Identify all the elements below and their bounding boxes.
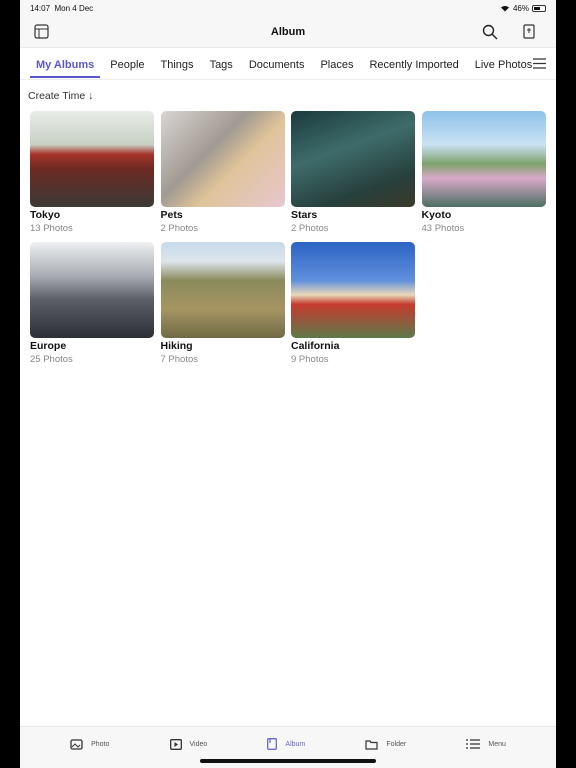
album-count: 7 Photos [160, 354, 199, 365]
album-count: 2 Photos [160, 223, 199, 234]
album-cover [291, 242, 415, 338]
album-count: 25 Photos [30, 354, 73, 365]
album-europe[interactable]: Europe 25 Photos [30, 242, 154, 367]
bottom-tab-label: Menu [488, 740, 506, 748]
status-bar: 14:07 Mon 4 Dec 46% [20, 0, 556, 16]
photo-icon [70, 738, 83, 750]
tab-recently-imported[interactable]: Recently Imported [361, 48, 466, 80]
album-kyoto[interactable]: Kyoto 43 Photos [421, 111, 546, 236]
album-name: Stars [291, 209, 318, 221]
album-name: Kyoto [421, 209, 452, 221]
album-icon [267, 738, 278, 750]
album-count: 13 Photos [30, 223, 73, 234]
tab-my-albums[interactable]: My Albums [28, 48, 102, 80]
video-icon [169, 738, 182, 750]
album-cover [30, 111, 154, 207]
album-count: 2 Photos [291, 223, 329, 234]
bottom-tab-photo[interactable]: Photo [70, 727, 109, 761]
tab-people[interactable]: People [102, 48, 152, 80]
album-cover [160, 111, 285, 207]
tab-live-photos[interactable]: Live Photos [467, 48, 540, 80]
hamburger-menu-icon[interactable] [533, 58, 546, 69]
album-pets[interactable]: Pets 2 Photos [160, 111, 285, 236]
battery-percent: 46% [512, 3, 529, 13]
album-name: Tokyo [30, 209, 61, 221]
tab-tags[interactable]: Tags [202, 48, 241, 80]
home-indicator[interactable] [200, 759, 376, 763]
battery-icon [532, 4, 546, 12]
album-cover [421, 111, 546, 207]
tab-places[interactable]: Places [312, 48, 361, 80]
album-cover [30, 242, 154, 338]
wifi-icon [500, 5, 509, 12]
search-icon[interactable] [482, 24, 498, 40]
album-count: 9 Photos [291, 354, 329, 365]
album-tokyo[interactable]: Tokyo 13 Photos [30, 111, 154, 236]
bottom-tab-label: Album [285, 740, 306, 748]
album-cover [160, 242, 285, 338]
album-tabs: My Albums People Things Tags Documents P… [20, 48, 556, 80]
page-title: Album [270, 25, 306, 38]
app-screen: 14:07 Mon 4 Dec 46% Album My Albums Peop… [20, 0, 556, 768]
album-count: 43 Photos [421, 223, 465, 234]
album-name: Pets [160, 209, 183, 221]
album-cover [291, 111, 415, 207]
bottom-tab-label: Photo [91, 740, 110, 748]
sort-button[interactable]: Create Time ↓ [20, 80, 556, 111]
bottom-tab-label: Folder [386, 740, 407, 748]
album-hiking[interactable]: Hiking 7 Photos [160, 242, 285, 367]
list-menu-icon [466, 739, 481, 749]
album-grid: Tokyo 13 Photos Pets 2 Photos Stars 2 Photo… [20, 111, 556, 367]
status-date: Mon 4 Dec [54, 3, 94, 13]
bottom-tab-label: Video [189, 740, 208, 748]
import-icon[interactable] [522, 24, 536, 39]
bottom-tab-menu[interactable]: Menu [466, 727, 506, 761]
album-california[interactable]: California 9 Photos [291, 242, 415, 367]
tab-documents[interactable]: Documents [241, 48, 313, 80]
album-name: California [291, 340, 340, 352]
bottom-tab-album[interactable]: Album [267, 727, 305, 761]
status-time: 14:07 [30, 3, 51, 13]
folder-icon [365, 739, 379, 750]
album-name: Europe [30, 340, 67, 352]
bottom-tab-folder[interactable]: Folder [365, 727, 406, 761]
tab-things[interactable]: Things [153, 48, 202, 80]
navigation-bar: Album [20, 16, 556, 48]
album-stars[interactable]: Stars 2 Photos [291, 111, 415, 236]
album-name: Hiking [160, 340, 193, 352]
bottom-tab-video[interactable]: Video [169, 727, 208, 761]
